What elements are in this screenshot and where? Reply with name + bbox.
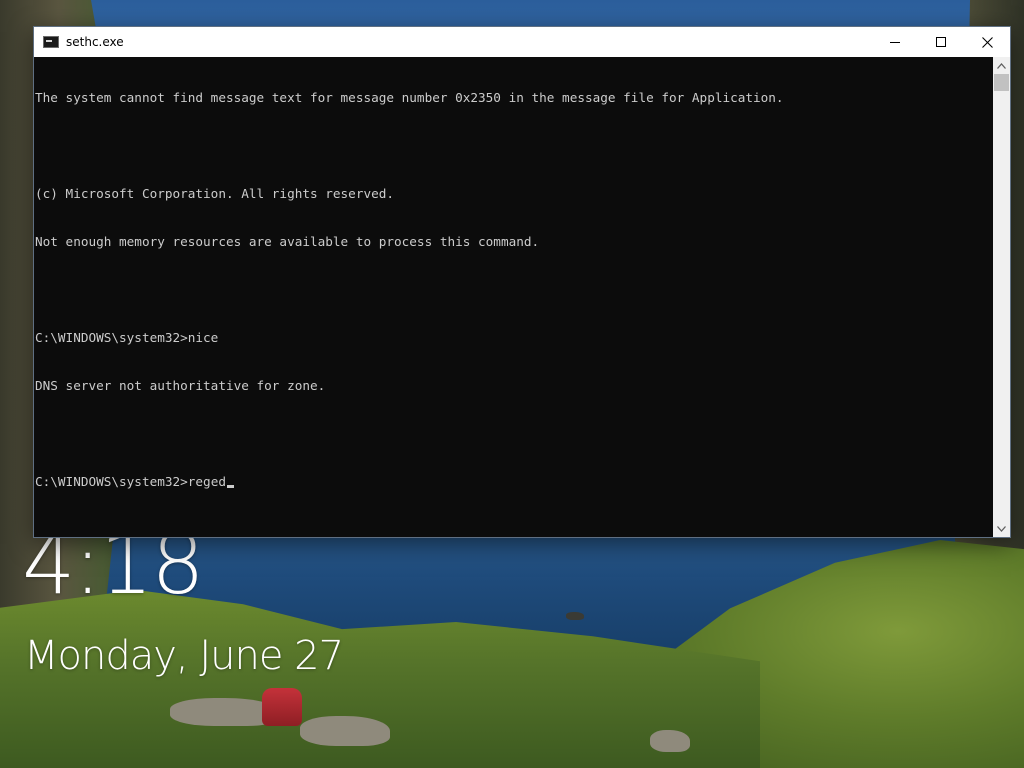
close-icon [981,36,993,48]
console-prompt: C:\WINDOWS\system32> [35,474,188,489]
console-current-input[interactable]: reged [188,474,226,489]
chevron-down-icon [997,525,1006,532]
window-title: sethc.exe [66,35,124,49]
scroll-up-button[interactable] [993,57,1010,74]
wallpaper-rock [566,612,584,620]
window-titlebar[interactable]: sethc.exe [34,27,1010,57]
text-cursor [226,485,234,488]
vertical-scrollbar[interactable] [993,57,1010,537]
console-line: (c) Microsoft Corporation. All rights re… [35,186,395,201]
minimize-button[interactable] [872,27,918,57]
console-window[interactable]: sethc.exe The system cannot find message… [33,26,1011,538]
caption-buttons [872,27,1010,57]
maximize-icon [936,37,946,47]
minimize-icon [890,42,900,43]
console-line: The system cannot find message text for … [35,90,784,105]
lockscreen-date: Monday, June 27 [24,633,344,679]
console-line: DNS server not authoritative for zone. [35,378,326,393]
scroll-thumb[interactable] [994,74,1009,91]
console-output[interactable]: The system cannot find message text for … [34,57,994,537]
console-app-icon[interactable] [43,36,59,48]
console-line: C:\WINDOWS\system32>nice [35,330,219,345]
maximize-button[interactable] [918,27,964,57]
wallpaper-rock [300,716,390,746]
scroll-down-button[interactable] [993,520,1010,537]
console-input-line[interactable]: C:\WINDOWS\system32>reged [35,474,994,490]
chevron-up-icon [997,62,1006,69]
close-button[interactable] [964,27,1010,57]
wallpaper-rock [650,730,690,752]
wallpaper-backpack [262,688,302,726]
console-line: Not enough memory resources are availabl… [35,234,540,249]
